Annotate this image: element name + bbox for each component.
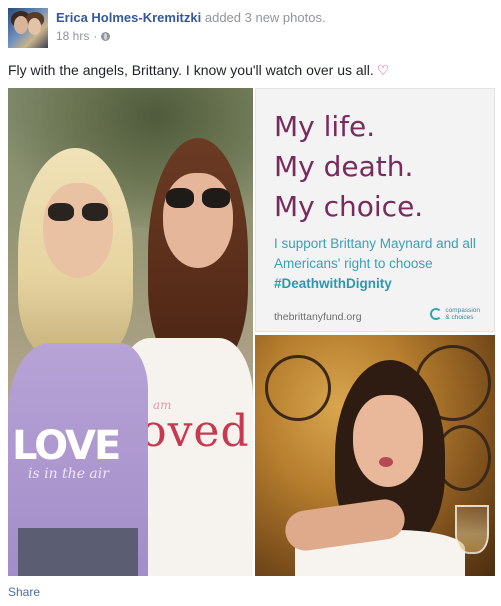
heart-emoji-icon: ♡	[376, 62, 390, 78]
compassion-choices-logo: compassion & choices	[430, 307, 480, 321]
quote-support-text: I support Brittany Maynard and all Ameri…	[274, 234, 494, 294]
quote-url: thebrittanyfund.org	[274, 311, 362, 323]
author-name-link[interactable]: Erica Holmes-Kremitzki	[56, 10, 201, 25]
post-action-text: added 3 new photos.	[204, 10, 326, 25]
post-meta: 18 hrs ·	[56, 29, 111, 43]
photo-kiss-portrait[interactable]	[255, 335, 495, 576]
shirt-left-small-text: is in the air	[28, 466, 109, 482]
quote-line-1: My life.	[274, 110, 376, 143]
sunglasses-icon	[166, 188, 232, 208]
post-timestamp-link[interactable]: 18 hrs	[56, 29, 89, 43]
quote-support-body: I support Brittany Maynard and all Ameri…	[274, 236, 476, 271]
sunglasses-icon	[48, 203, 110, 221]
logo-line-2: & choices	[445, 314, 474, 321]
quote-hashtag: #DeathwithDignity	[274, 276, 392, 291]
post-message: Fly with the angels, Brittany. I know yo…	[8, 62, 389, 79]
quote-line-3: My choice.	[274, 190, 424, 223]
quote-line-2: My death.	[274, 150, 414, 183]
photo-two-women[interactable]: am loved LOVE is in the air	[8, 88, 253, 576]
globe-icon[interactable]	[101, 31, 111, 41]
shirt-left-text: LOVE	[12, 423, 121, 469]
photo-quote-card[interactable]: My life. My death. My choice. I support …	[255, 88, 495, 332]
post-message-text: Fly with the angels, Brittany. I know yo…	[8, 62, 374, 78]
meta-separator: ·	[93, 29, 98, 43]
logo-line-1: compassion	[445, 307, 480, 314]
compassion-choices-logo-icon	[430, 308, 443, 320]
share-link[interactable]: Share	[8, 585, 40, 599]
post-header: Erica Holmes-Kremitzki added 3 new photo…	[56, 10, 326, 25]
wine-glass-icon	[455, 505, 489, 554]
author-avatar[interactable]	[8, 8, 48, 48]
